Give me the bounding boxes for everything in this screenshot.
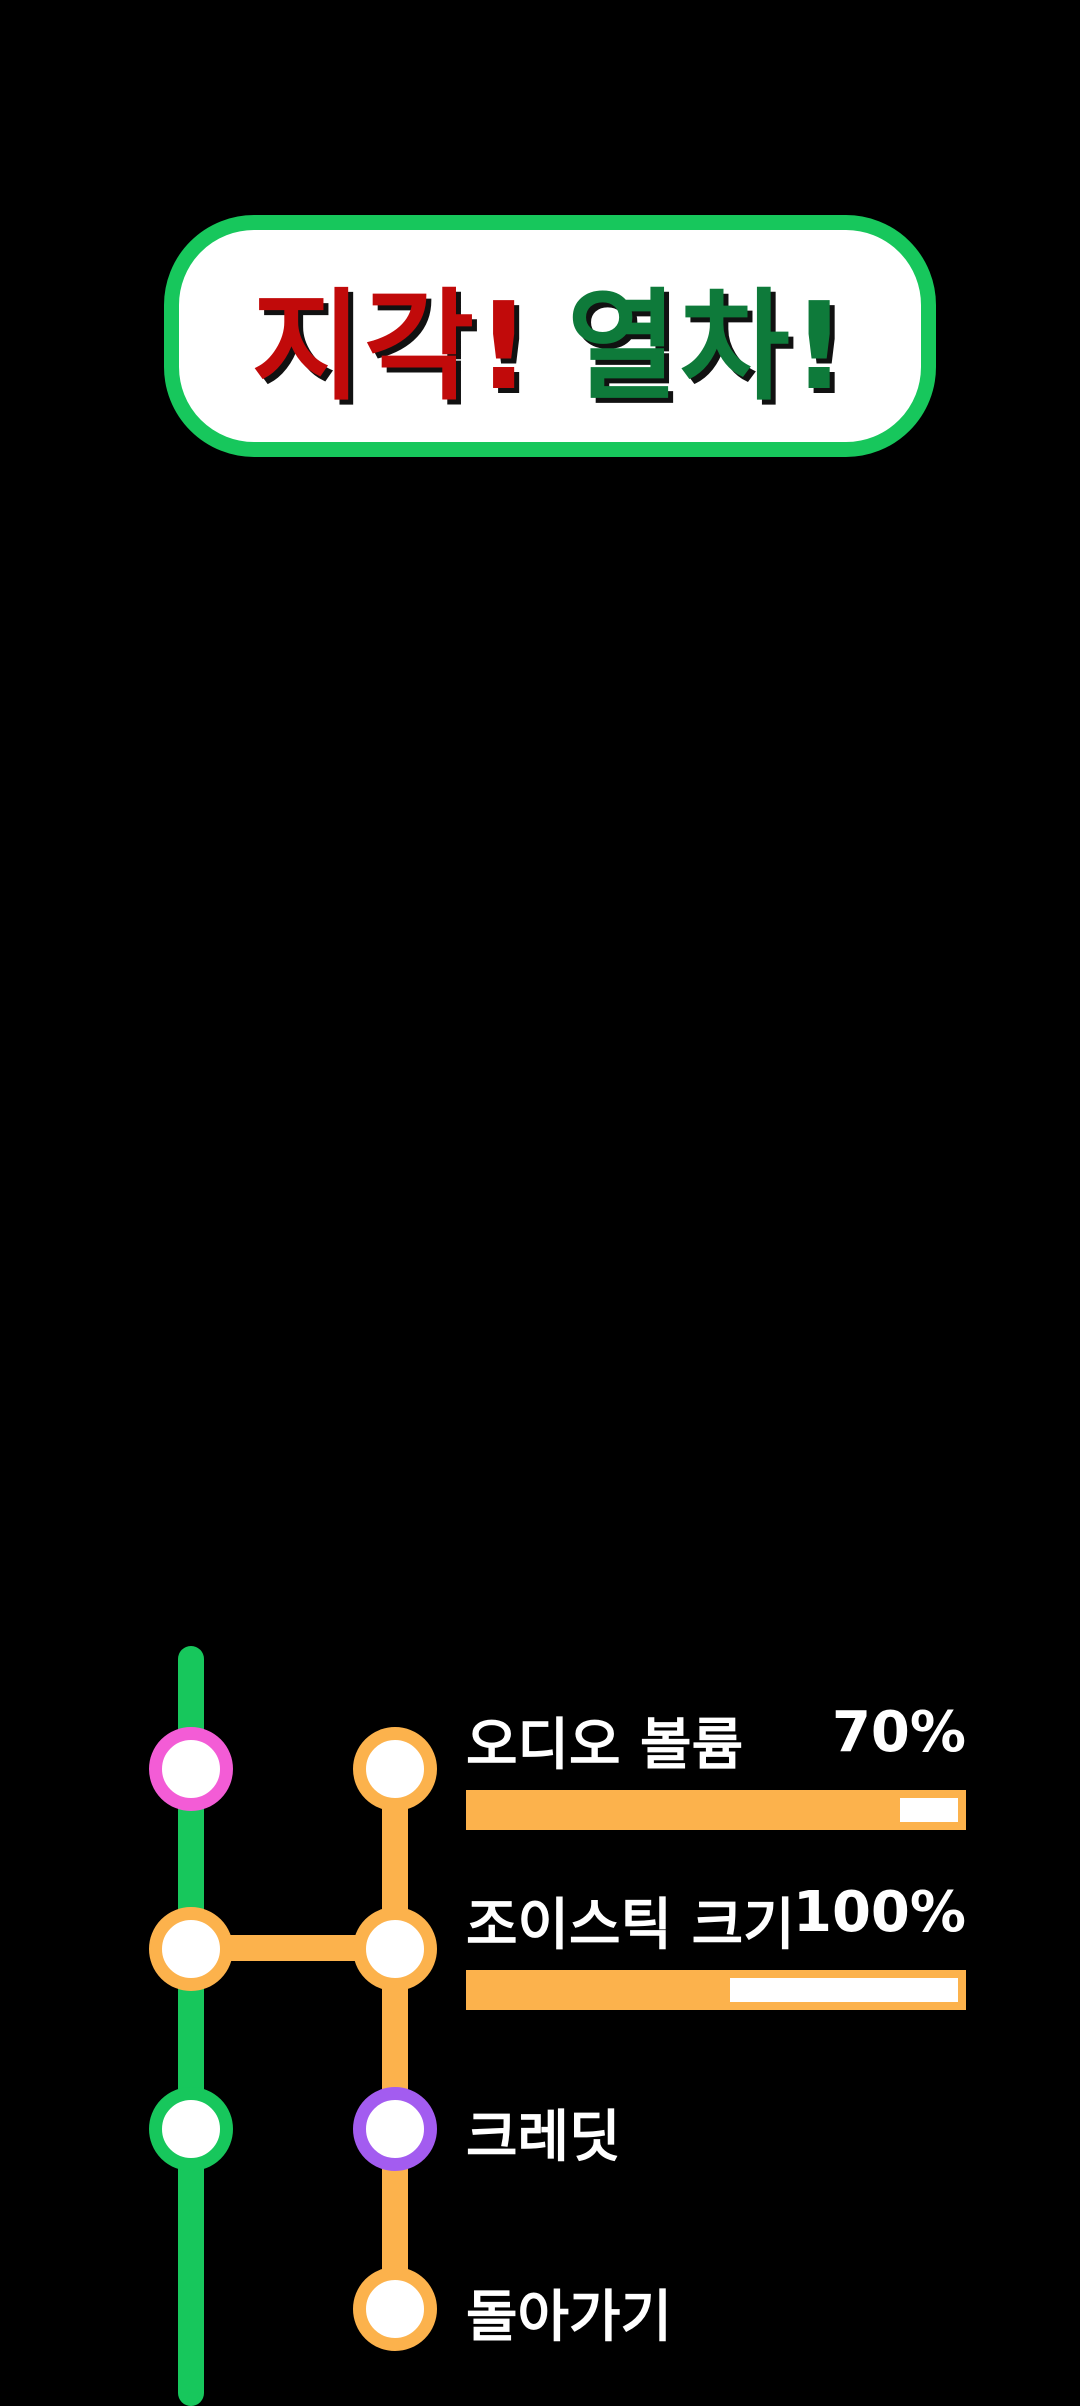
title-part-2: 열차! bbox=[567, 278, 849, 417]
audio-volume-slider-fill bbox=[900, 1798, 958, 1822]
joystick-size-value: 100% bbox=[792, 1880, 966, 1945]
transfer-station bbox=[149, 1907, 233, 1991]
station-joystick-size[interactable] bbox=[353, 1907, 437, 1991]
joystick-size-slider-fill bbox=[730, 1978, 958, 2002]
title-part-1: 지각! bbox=[251, 278, 533, 417]
station-credits[interactable] bbox=[353, 2087, 437, 2171]
green-line-station-1 bbox=[149, 1727, 233, 1811]
game-title: 지각! 열차! bbox=[251, 249, 848, 423]
audio-volume-slider[interactable] bbox=[466, 1790, 966, 1830]
joystick-size-slider[interactable] bbox=[466, 1970, 966, 2010]
back-button[interactable]: 돌아가기 bbox=[466, 2272, 672, 2353]
audio-volume-label: 오디오 볼륨 bbox=[466, 1713, 744, 1778]
audio-volume-value: 70% bbox=[831, 1700, 966, 1765]
green-line-station-3 bbox=[149, 2087, 233, 2171]
station-audio-volume[interactable] bbox=[353, 1727, 437, 1811]
joystick-size-label: 조이스틱 크기 bbox=[466, 1893, 795, 1958]
orange-metro-line-vertical bbox=[382, 1762, 408, 2314]
title-banner: 지각! 열차! bbox=[164, 215, 936, 457]
station-back[interactable] bbox=[353, 2267, 437, 2351]
credits-button[interactable]: 크레딧 bbox=[466, 2092, 621, 2173]
